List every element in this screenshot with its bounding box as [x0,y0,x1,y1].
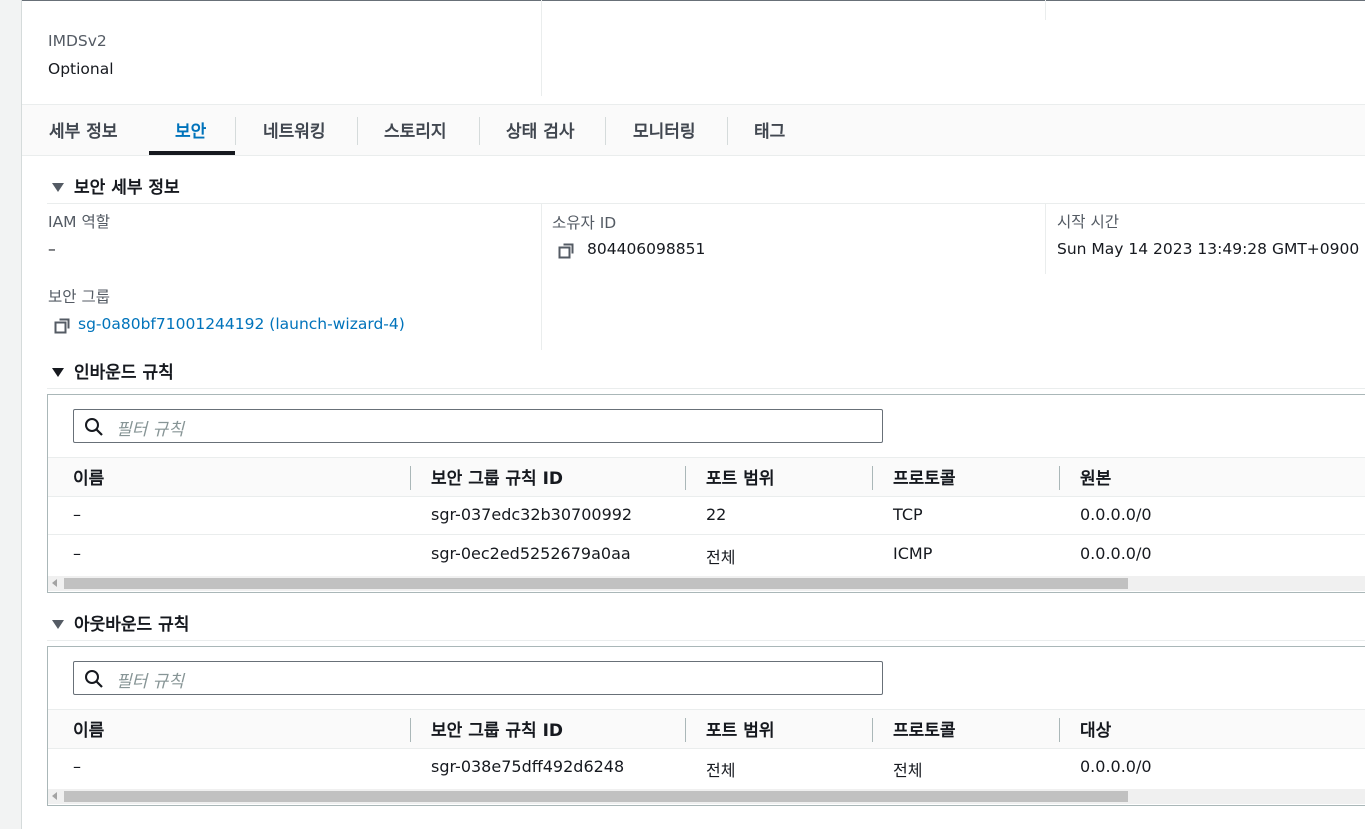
column-resizer[interactable] [872,718,873,742]
security-group-link[interactable]: sg-0a80bf71001244192 (launch-wizard-4) [78,315,405,333]
scroll-left-arrow-icon[interactable] [52,792,57,800]
iam-role-label: IAM 역할 [48,213,110,231]
security-details-title: 보안 세부 정보 [74,178,180,198]
table-row[interactable]: – sgr-038e75dff492d6248 전체 전체 0.0.0.0/0 [48,748,1365,786]
cell-name: – [73,505,81,524]
cell-port-range: 22 [706,505,727,524]
cell-name: – [73,757,81,776]
instance-details-panel: IMDSv2 Optional 세부 정보 보안 네트워킹 스토리지 상태 검사… [21,0,1365,829]
tab-separator [357,117,358,145]
column-header-port-range[interactable]: 포트 범위 [706,464,774,489]
inbound-filter-input[interactable]: 필터 규칙 [73,409,883,443]
cell-rule-id: sgr-037edc32b30700992 [431,505,633,524]
column-divider [1045,0,1046,20]
start-time-label: 시작 시간 [1057,213,1119,231]
outbound-rules-header[interactable]: 아웃바운드 규칙 [52,610,189,635]
search-icon [85,670,103,688]
column-header-port-range[interactable]: 포트 범위 [706,716,774,741]
column-header-protocol[interactable]: 프로토콜 [893,716,956,741]
inbound-rules-header[interactable]: 인바운드 규칙 [52,358,174,383]
horizontal-scrollbar[interactable] [48,789,1365,804]
column-divider [1045,204,1046,274]
column-resizer[interactable] [410,718,411,742]
security-details-header[interactable]: 보안 세부 정보 [52,173,180,198]
top-border [22,0,1365,1]
column-resizer[interactable] [872,466,873,490]
copy-icon[interactable] [558,242,575,259]
column-header-rule-id[interactable]: 보안 그룹 규칙 ID [431,716,563,741]
scroll-left-arrow-icon[interactable] [52,579,57,587]
column-resizer[interactable] [1059,718,1060,742]
column-header-name[interactable]: 이름 [73,464,104,489]
copy-icon[interactable] [54,317,71,334]
scrollbar-thumb[interactable] [64,791,1128,802]
tab-monitoring[interactable]: 모니터링 [633,117,696,142]
column-header-protocol[interactable]: 프로토콜 [893,464,956,489]
outbound-rules-title: 아웃바운드 규칙 [74,615,190,635]
table-header: 이름 보안 그룹 규칙 ID 포트 범위 프로토콜 대상 [48,709,1365,749]
tab-status-checks[interactable]: 상태 검사 [506,117,574,142]
cell-port-range: 전체 [706,548,736,567]
filter-placeholder: 필터 규칙 [116,672,184,692]
section-divider [47,640,1365,641]
caret-down-icon [52,619,64,629]
iam-role-value: – [48,240,56,258]
cell-rule-id: sgr-038e75dff492d6248 [431,757,625,776]
cell-source: 0.0.0.0/0 [1080,544,1152,563]
column-resizer[interactable] [410,466,411,490]
column-resizer[interactable] [685,718,686,742]
table-row[interactable]: – sgr-037edc32b30700992 22 TCP 0.0.0.0/0 [48,496,1365,535]
active-tab-indicator [149,151,235,155]
section-divider [47,203,1365,204]
imds-label: IMDSv2 [48,32,107,50]
cell-protocol: 전체 [893,761,923,780]
tab-separator [727,117,728,145]
cell-source: 0.0.0.0/0 [1080,505,1152,524]
tab-separator [479,117,480,145]
inbound-rules-table: 필터 규칙 이름 보안 그룹 규칙 ID 포트 범위 프로토콜 원본 – sgr… [47,394,1365,593]
column-header-rule-id[interactable]: 보안 그룹 규칙 ID [431,464,563,489]
caret-down-icon [52,367,64,377]
caret-down-icon [52,182,64,192]
column-divider [541,204,542,350]
column-resizer[interactable] [685,466,686,490]
tab-tags[interactable]: 태그 [754,117,785,142]
cell-port-range: 전체 [706,761,736,780]
table-header: 이름 보안 그룹 규칙 ID 포트 범위 프로토콜 원본 [48,457,1365,497]
filter-placeholder: 필터 규칙 [116,420,184,440]
security-groups-label: 보안 그룹 [48,288,110,306]
tab-separator [235,117,236,145]
owner-id-label: 소유자 ID [552,214,617,232]
cell-rule-id: sgr-0ec2ed5252679a0aa [431,544,631,563]
tab-bar: 세부 정보 보안 네트워킹 스토리지 상태 검사 모니터링 태그 [22,104,1365,156]
section-divider [47,388,1365,389]
tab-security[interactable]: 보안 [175,117,206,142]
tab-storage[interactable]: 스토리지 [384,117,447,142]
search-icon [85,418,103,436]
table-row[interactable]: – sgr-0ec2ed5252679a0aa 전체 ICMP 0.0.0.0/… [48,535,1365,573]
tab-separator [605,117,606,145]
inbound-rules-title: 인바운드 규칙 [74,363,174,383]
column-header-destination[interactable]: 대상 [1080,716,1111,741]
column-header-source[interactable]: 원본 [1080,464,1111,489]
outbound-filter-input[interactable]: 필터 규칙 [73,661,883,695]
horizontal-scrollbar[interactable] [48,576,1365,591]
cell-name: – [73,544,81,563]
column-resizer[interactable] [1059,466,1060,490]
tab-networking[interactable]: 네트워킹 [263,117,326,142]
tab-details[interactable]: 세부 정보 [49,117,117,142]
cell-protocol: ICMP [893,544,933,563]
imds-value: Optional [48,60,114,78]
column-divider [541,0,542,96]
owner-id-value: 804406098851 [587,240,706,258]
outbound-rules-table: 필터 규칙 이름 보안 그룹 규칙 ID 포트 범위 프로토콜 대상 – sgr… [47,646,1365,806]
start-time-value: Sun May 14 2023 13:49:28 GMT+0900 [1057,240,1360,258]
column-header-name[interactable]: 이름 [73,716,104,741]
cell-protocol: TCP [893,505,923,524]
cell-destination: 0.0.0.0/0 [1080,757,1152,776]
scrollbar-thumb[interactable] [64,578,1128,589]
